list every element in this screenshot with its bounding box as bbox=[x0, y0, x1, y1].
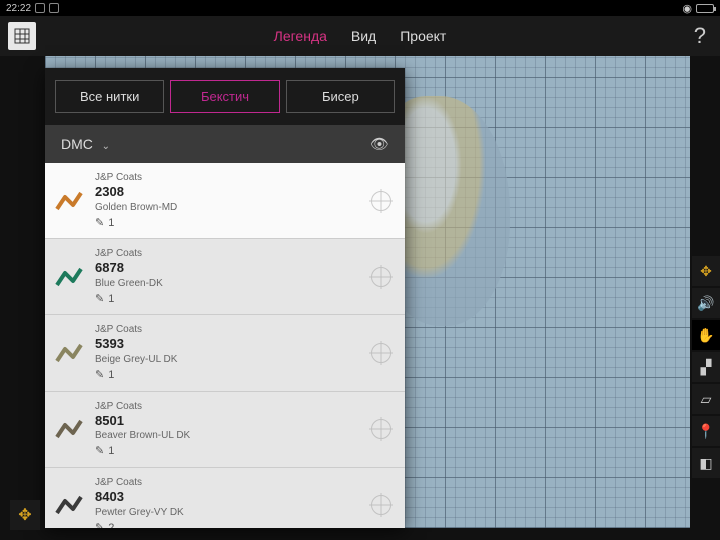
thread-info: J&P Coats8403Pewter Grey-VY DK ✎ 2 bbox=[95, 476, 359, 528]
thread-code: 8403 bbox=[95, 489, 359, 506]
locate-button[interactable] bbox=[371, 419, 391, 439]
pencil-icon: ✎ bbox=[95, 521, 104, 528]
pencil-icon: ✎ bbox=[95, 368, 104, 382]
pencil-icon: ✎ bbox=[95, 292, 104, 306]
thread-code: 2308 bbox=[95, 184, 359, 201]
grid-icon bbox=[14, 28, 30, 44]
thread-brand: J&P Coats bbox=[95, 476, 359, 489]
tool-sound[interactable]: 🔊 bbox=[692, 288, 720, 318]
content-area: 71 Все нитки Бекстич Бисер DMC ⌄ 👁 J&P C… bbox=[0, 56, 720, 540]
status-time: 22:22 bbox=[6, 3, 31, 14]
main-nav-tabs: Легенда Вид Проект bbox=[274, 24, 447, 48]
battery-icon bbox=[696, 4, 714, 13]
thread-name: Beaver Brown-UL DK bbox=[95, 429, 359, 442]
thread-brand: J&P Coats bbox=[95, 247, 359, 260]
thread-name: Golden Brown-MD bbox=[95, 201, 359, 214]
thread-brand: J&P Coats bbox=[95, 171, 359, 184]
status-indicator-1 bbox=[35, 3, 45, 13]
thread-info: J&P Coats6878Blue Green-DK ✎ 1 bbox=[95, 247, 359, 306]
thread-swatch bbox=[55, 339, 83, 367]
thread-name: Beige Grey-UL DK bbox=[95, 353, 359, 366]
tool-move[interactable]: ✥ bbox=[692, 256, 720, 286]
thread-name: Pewter Grey-VY DK bbox=[95, 506, 359, 519]
locate-button[interactable] bbox=[371, 267, 391, 287]
ptab-all-threads[interactable]: Все нитки bbox=[55, 80, 164, 113]
brand-filter-row[interactable]: DMC ⌄ 👁 bbox=[45, 125, 405, 163]
move-handle-button[interactable]: ✥ bbox=[10, 500, 40, 530]
status-indicator-2 bbox=[49, 3, 59, 13]
thread-row[interactable]: J&P Coats5393Beige Grey-UL DK ✎ 1 bbox=[45, 315, 405, 391]
thread-type-tabs: Все нитки Бекстич Бисер bbox=[45, 68, 405, 125]
thread-count: ✎ 1 bbox=[95, 292, 359, 306]
help-button[interactable]: ? bbox=[694, 23, 706, 49]
tab-view[interactable]: Вид bbox=[351, 24, 376, 48]
thread-list[interactable]: J&P Coats2308Golden Brown-MD✎ 1J&P Coats… bbox=[45, 163, 405, 528]
visibility-icon[interactable]: 👁 bbox=[370, 135, 389, 153]
top-toolbar: Легенда Вид Проект ? bbox=[0, 16, 720, 56]
tool-pin[interactable]: 📍 bbox=[692, 416, 720, 446]
brand-filter-label: DMC ⌄ bbox=[61, 136, 110, 152]
thread-count: ✎ 1 bbox=[95, 368, 359, 382]
ptab-backstitch[interactable]: Бекстич bbox=[170, 80, 279, 113]
legend-panel: Все нитки Бекстич Бисер DMC ⌄ 👁 J&P Coat… bbox=[45, 68, 405, 528]
thread-swatch bbox=[55, 187, 83, 215]
tool-hand[interactable]: ✋ bbox=[692, 320, 720, 350]
pencil-icon: ✎ bbox=[95, 216, 104, 230]
thread-info: J&P Coats2308Golden Brown-MD ✎ 1 bbox=[95, 171, 359, 230]
thread-row[interactable]: J&P Coats2308Golden Brown-MD ✎ 1 bbox=[45, 163, 405, 239]
tab-project[interactable]: Проект bbox=[400, 24, 446, 48]
thread-swatch bbox=[55, 415, 83, 443]
thread-code: 8501 bbox=[95, 413, 359, 430]
thread-row[interactable]: J&P Coats6878Blue Green-DK ✎ 1 bbox=[45, 239, 405, 315]
thread-info: J&P Coats8501Beaver Brown-UL DK ✎ 1 bbox=[95, 400, 359, 459]
locate-button[interactable] bbox=[371, 495, 391, 515]
thread-row[interactable]: J&P Coats8403Pewter Grey-VY DK ✎ 2 bbox=[45, 468, 405, 528]
tab-legend[interactable]: Легенда bbox=[274, 24, 327, 48]
thread-count: ✎ 1 bbox=[95, 216, 359, 230]
right-toolbar: ✥ 🔊 ✋ ▞ ▱ 📍 ◧ bbox=[692, 256, 720, 480]
thread-count: ✎ 1 bbox=[95, 444, 359, 458]
chevron-down-icon: ⌄ bbox=[99, 141, 110, 152]
thread-code: 5393 bbox=[95, 336, 359, 353]
grid-button[interactable] bbox=[8, 22, 36, 50]
tool-contrast[interactable]: ◧ bbox=[692, 448, 720, 478]
android-statusbar: 22:22 ◉ bbox=[0, 0, 720, 16]
thread-brand: J&P Coats bbox=[95, 323, 359, 336]
tool-stairs[interactable]: ▞ bbox=[692, 352, 720, 382]
locate-button[interactable] bbox=[371, 343, 391, 363]
thread-info: J&P Coats5393Beige Grey-UL DK ✎ 1 bbox=[95, 323, 359, 382]
thread-brand: J&P Coats bbox=[95, 400, 359, 413]
tool-crop[interactable]: ▱ bbox=[692, 384, 720, 414]
thread-row[interactable]: J&P Coats8501Beaver Brown-UL DK ✎ 1 bbox=[45, 392, 405, 468]
wifi-icon: ◉ bbox=[682, 2, 692, 15]
thread-swatch bbox=[55, 263, 83, 291]
pencil-icon: ✎ bbox=[95, 444, 104, 458]
locate-button[interactable] bbox=[371, 191, 391, 211]
ptab-beads[interactable]: Бисер bbox=[286, 80, 395, 113]
thread-name: Blue Green-DK bbox=[95, 277, 359, 290]
thread-swatch bbox=[55, 491, 83, 519]
thread-count: ✎ 2 bbox=[95, 521, 359, 528]
thread-code: 6878 bbox=[95, 260, 359, 277]
